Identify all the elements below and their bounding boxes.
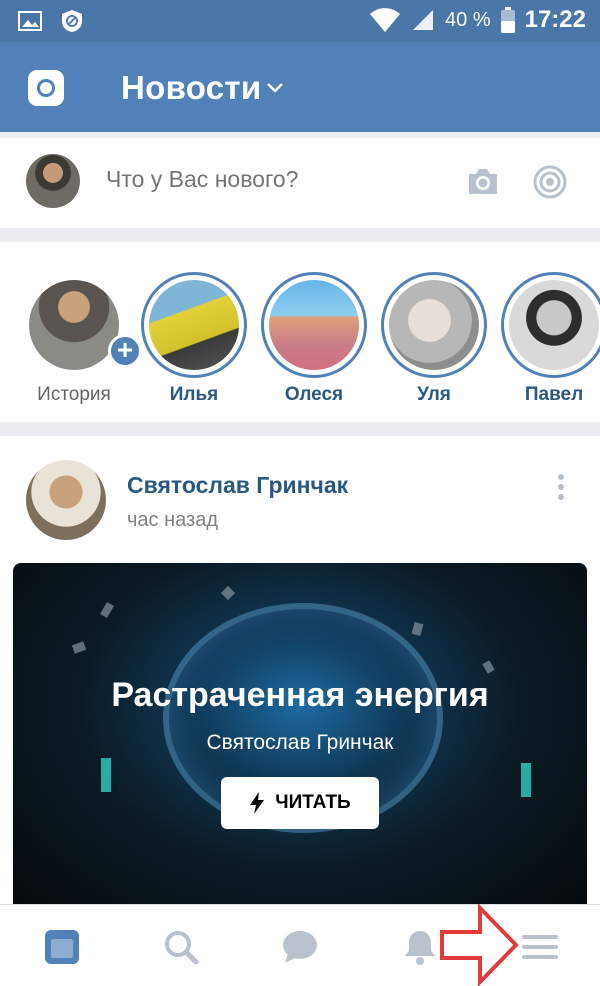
chevron-down-icon[interactable]	[264, 78, 286, 98]
story-avatar	[509, 280, 599, 370]
page-title[interactable]: Новости	[121, 69, 261, 107]
article-cover-decoration	[101, 758, 111, 792]
stories-strip: + История Илья Олеся Уля Павел	[0, 242, 600, 422]
post-author[interactable]: Святослав Гринчак	[127, 472, 348, 499]
notifications-icon	[405, 931, 435, 965]
nav-messages[interactable]	[280, 927, 320, 967]
feed-post: Святослав Гринчак час назад Растраченная…	[0, 436, 600, 918]
story-name: Олеся	[284, 384, 344, 405]
messages-icon	[283, 931, 317, 963]
story-item[interactable]: Илья	[140, 272, 248, 406]
battery-icon	[500, 7, 515, 33]
camera-icon[interactable]	[466, 166, 500, 196]
clock: 17:22	[524, 6, 586, 33]
nav-menu[interactable]	[520, 927, 560, 967]
wifi-icon	[370, 8, 401, 33]
read-article-button[interactable]: ЧИТАТЬ	[221, 777, 379, 829]
avatar[interactable]	[26, 154, 80, 208]
battery-percent: 40 %	[445, 8, 491, 31]
article-title: Растраченная энергия	[111, 676, 489, 714]
story-ring	[21, 272, 127, 378]
article-author: Святослав Гринчак	[206, 731, 394, 754]
article-cover-decoration	[482, 660, 495, 674]
live-broadcast-icon[interactable]	[533, 165, 567, 199]
stories-camera-button[interactable]	[28, 70, 64, 106]
article-cover-decoration	[100, 601, 114, 619]
story-item-my[interactable]: + История	[20, 272, 142, 406]
news-icon	[45, 930, 79, 964]
article-cover-decoration	[220, 585, 236, 601]
gallery-icon	[18, 11, 42, 31]
nav-news[interactable]	[42, 927, 82, 967]
article-cover-decoration	[521, 763, 531, 797]
annotation-arrow-icon	[440, 904, 519, 986]
nav-search[interactable]	[161, 927, 201, 967]
story-name: Павел	[524, 384, 584, 405]
story-avatar	[269, 280, 359, 370]
add-story-button[interactable]: +	[108, 334, 142, 368]
blocked-icon	[62, 10, 82, 32]
story-name: Илья	[169, 384, 219, 405]
app-header: Новости	[0, 42, 600, 132]
more-options-icon[interactable]	[556, 472, 566, 502]
article-cover-decoration	[71, 641, 87, 654]
article-cover-decoration	[411, 622, 424, 636]
article-card[interactable]: Растраченная энергия Святослав Гринчак Ч…	[13, 563, 587, 918]
story-ring	[381, 272, 487, 378]
story-item[interactable]: Олеся	[260, 272, 368, 406]
story-ring	[501, 272, 600, 378]
new-post-input[interactable]	[106, 166, 436, 193]
nav-notifications[interactable]	[400, 927, 440, 967]
read-article-label: ЧИТАТЬ	[275, 792, 351, 813]
story-name: История	[37, 384, 111, 405]
story-item[interactable]: Уля	[380, 272, 488, 406]
story-item[interactable]: Павел	[500, 272, 600, 406]
status-bar: 40 % 17:22	[0, 0, 600, 42]
post-composer	[0, 138, 600, 228]
story-ring	[261, 272, 367, 378]
search-icon	[165, 931, 199, 965]
post-time: час назад	[127, 509, 219, 531]
story-name: Уля	[417, 384, 451, 405]
menu-icon	[522, 935, 558, 959]
story-avatar	[149, 280, 239, 370]
lightning-icon	[250, 792, 265, 814]
story-avatar	[389, 280, 479, 370]
avatar[interactable]	[26, 460, 106, 540]
signal-icon	[413, 10, 434, 30]
story-ring	[141, 272, 247, 378]
story-avatar	[29, 280, 119, 370]
